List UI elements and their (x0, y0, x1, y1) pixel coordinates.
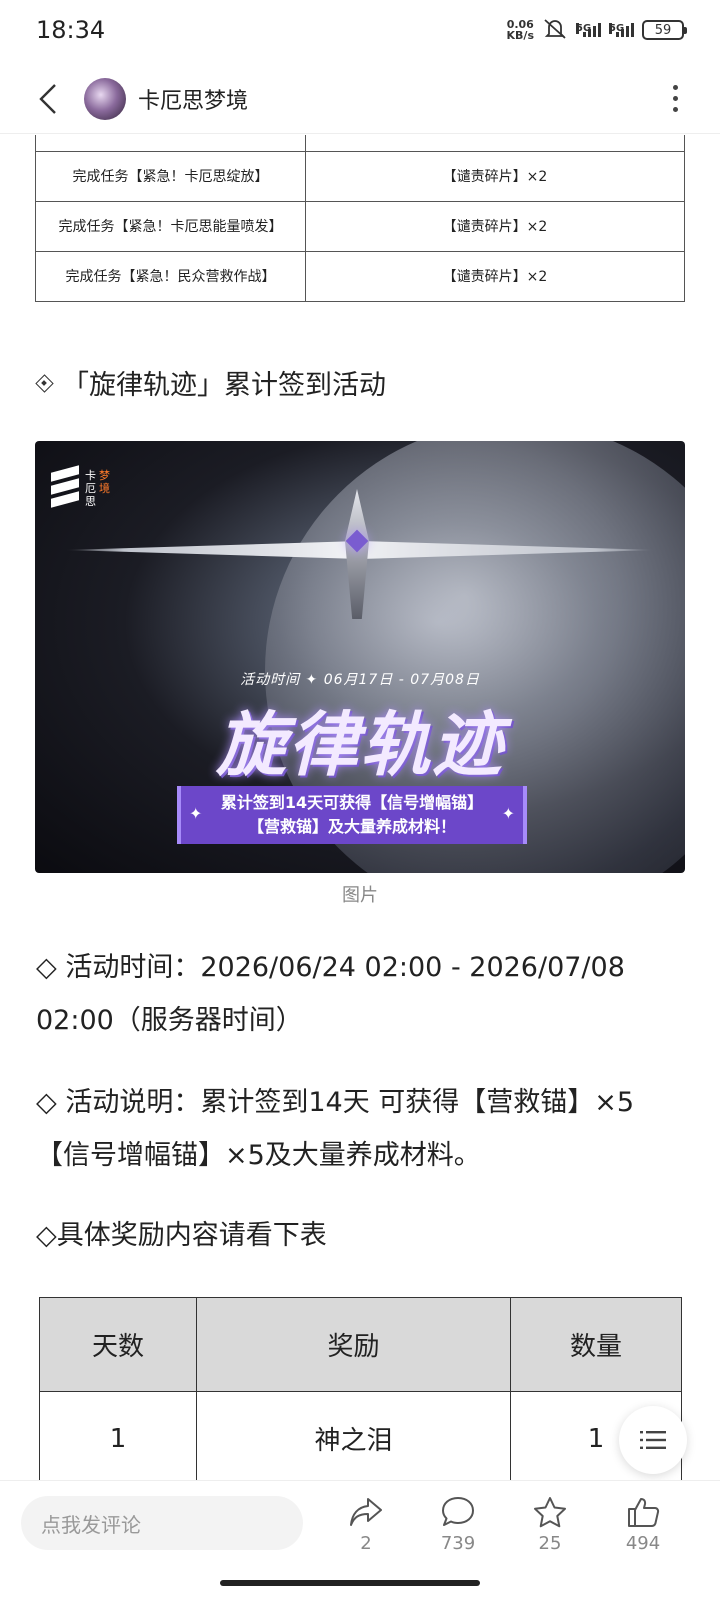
status-icons: 0.06 KB/s 5G 5G 59 (507, 18, 687, 43)
column-header: 数量 (510, 1297, 682, 1392)
network-speed: 0.06 KB/s (507, 19, 534, 41)
comment-placeholder: 点我发评论 (41, 1512, 141, 1537)
diamond-bullet-icon (36, 375, 52, 391)
list-icon (640, 1431, 666, 1449)
battery-level: 59 (654, 22, 672, 38)
banner-title: 旋律轨迹 (216, 704, 504, 786)
battery-icon: 59 (642, 20, 687, 40)
star-icon (534, 1497, 566, 1528)
reward-cell: 神之泪 (196, 1391, 511, 1480)
banner-reward-box: ✦ 累计签到14天可获得【信号增幅锚】 【营救锚】及大量养成材料！ ✦ (177, 786, 527, 844)
share-icon (350, 1498, 382, 1526)
table-row: 完成任务【紧急！民众营救作战】 【谴责碎片】×2 (35, 250, 685, 302)
dot-icon (672, 107, 678, 112)
reward-note-text: ◇具体奖励内容请看下表 (36, 1220, 327, 1251)
reward-cell: 【谴责碎片】×2 (305, 150, 685, 202)
more-options-button[interactable] (660, 79, 690, 119)
sparkle-icon: ✦ (189, 804, 203, 823)
logo-mark-icon (51, 465, 79, 508)
dot-icon (672, 96, 678, 101)
comment-button[interactable]: 739 (428, 1495, 488, 1554)
mute-icon (542, 18, 568, 43)
table-row: 1 神之泪 1 (39, 1391, 682, 1480)
event-description-text: ◇ 活动说明：累计签到14天 可获得【营救锚】×5 【信号增幅锚】×5及大量养成… (36, 1087, 635, 1171)
signal-icon: 5G (576, 23, 601, 37)
game-logo: 卡 梦 厄 境 思 (51, 465, 113, 508)
home-indicator[interactable] (220, 1580, 480, 1586)
event-time-text: ◇ 活动时间：2026/06/24 02:00 - 2026/07/08 02:… (36, 952, 625, 1036)
day-cell: 1 (39, 1391, 197, 1480)
dot-icon (672, 85, 678, 90)
status-bar: 18:34 0.06 KB/s 5G 5G 59 (0, 0, 720, 60)
article-content[interactable]: 完成任务【紧急！卡厄思绽放】 【谴责碎片】×2 完成任务【紧急！卡厄思能量喷发】… (0, 135, 720, 1480)
logo-text: 卡 梦 厄 境 思 (85, 469, 110, 508)
share-button[interactable]: 2 (336, 1495, 396, 1554)
page-title[interactable]: 卡厄思梦境 (138, 83, 248, 115)
reward-cell: 【谴责碎片】×2 (305, 250, 685, 302)
favorite-button[interactable]: 25 (520, 1495, 580, 1554)
task-cell: 完成任务【紧急！卡厄思能量喷发】 (35, 200, 306, 252)
comment-input[interactable]: 点我发评论 (21, 1496, 303, 1550)
share-count: 2 (360, 1533, 372, 1554)
task-reward-table: 完成任务【紧急！卡厄思绽放】 【谴责碎片】×2 完成任务【紧急！卡厄思能量喷发】… (35, 135, 685, 302)
table-header-row: 天数 奖励 数量 (39, 1297, 682, 1392)
banner-event-time: 活动时间 ✦ 06月17日 - 07月08日 (240, 672, 480, 688)
banner-box-line2: 【营救锚】及大量养成材料！ (247, 817, 456, 836)
back-button[interactable] (30, 79, 66, 119)
section-heading: 「旋律轨迹」累计签到活动 (36, 363, 386, 402)
table-row: 完成任务【紧急！卡厄思能量喷发】 【谴责碎片】×2 (35, 200, 685, 252)
sparkle-icon: ✦ (501, 804, 515, 823)
task-cell: 完成任务【紧急！民众营救作战】 (35, 250, 306, 302)
favorite-count: 25 (538, 1533, 562, 1554)
like-button[interactable]: 494 (613, 1495, 673, 1554)
status-time: 18:34 (36, 16, 106, 44)
network-speed-unit: KB/s (506, 29, 534, 42)
banner-box-line1: 累计签到14天可获得【信号增幅锚】 (220, 793, 484, 812)
column-header: 天数 (39, 1297, 197, 1392)
task-cell: 完成任务【紧急！卡厄思绽放】 (35, 150, 306, 202)
thumbs-up-icon (628, 1498, 660, 1527)
reward-cell: 【谴责碎片】×2 (305, 200, 685, 252)
table-row (35, 135, 685, 152)
signal-icon-2: 5G (609, 23, 634, 37)
chevron-left-icon (39, 83, 56, 114)
event-banner-image[interactable]: 卡 梦 厄 境 思 活动时间 ✦ 06月17日 - 07月08日 旋律轨迹 ✦ … (35, 441, 685, 873)
section-heading-text: 「旋律轨迹」累计签到活动 (62, 370, 386, 401)
daily-reward-table: 天数 奖励 数量 1 神之泪 1 (39, 1297, 682, 1480)
table-of-contents-button[interactable] (619, 1406, 687, 1474)
like-count: 494 (625, 1533, 661, 1554)
comment-bubble-icon (442, 1497, 474, 1526)
top-nav: 卡厄思梦境 (0, 64, 720, 134)
avatar[interactable] (84, 77, 126, 120)
image-caption: 图片 (342, 885, 378, 906)
table-row: 完成任务【紧急！卡厄思绽放】 【谴责碎片】×2 (35, 150, 685, 202)
comment-count: 739 (440, 1533, 476, 1554)
column-header: 奖励 (196, 1297, 511, 1392)
